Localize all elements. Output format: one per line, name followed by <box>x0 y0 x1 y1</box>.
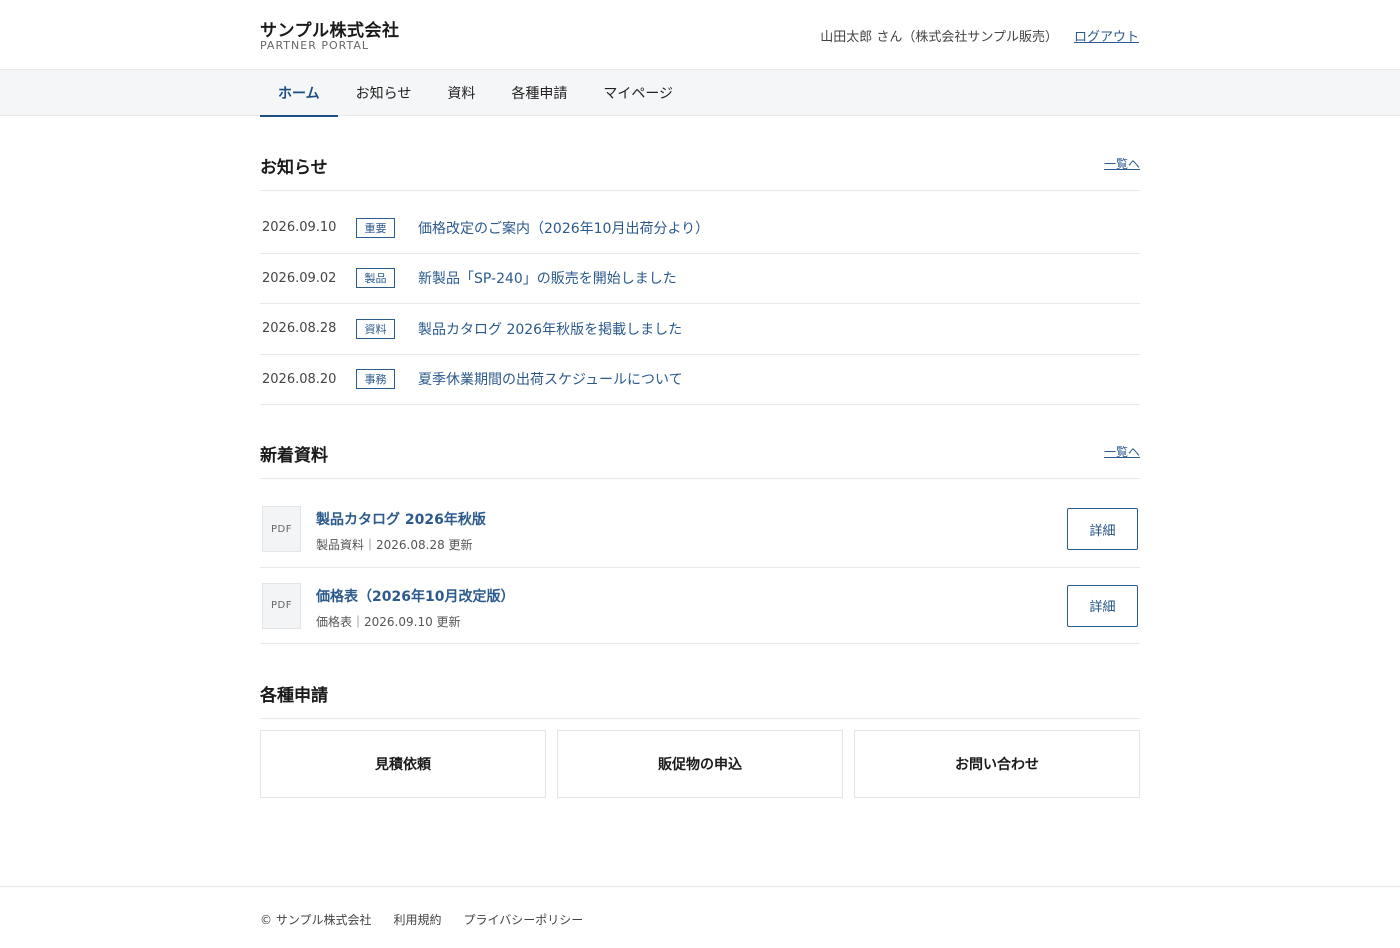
pdf-icon: PDF <box>262 506 301 552</box>
news-item: 2026.08.28 資料 製品カタログ 2026年秋版を掲載しました <box>260 304 1140 355</box>
site-header: サンプル株式会社 PARTNER PORTAL 山田太郎 さん（株式会社サンプル… <box>0 0 1400 69</box>
news-section-header: お知らせ 一覧へ <box>260 151 1140 191</box>
brand-subtitle: PARTNER PORTAL <box>260 39 369 52</box>
news-list: 2026.09.10 重要 価格改定のご案内（2026年10月出荷分より） 20… <box>260 203 1140 405</box>
doc-detail-button[interactable]: 詳細 <box>1067 508 1138 550</box>
docs-list: PDF 製品カタログ 2026年秋版 製品資料｜2026.08.28 更新 詳細… <box>260 491 1140 644</box>
news-item: 2026.08.20 事務 夏季休業期間の出荷スケジュールについて <box>260 355 1140 405</box>
news-section-title: お知らせ <box>260 158 328 178</box>
terms-link[interactable]: 利用規約 <box>393 911 441 928</box>
news-tag: 資料 <box>356 318 395 339</box>
news-title-link[interactable]: 夏季休業期間の出荷スケジュールについて <box>418 369 683 389</box>
brand-name: サンプル株式会社 <box>260 21 400 41</box>
applications-grid: 見積依頼 販促物の申込 お問い合わせ <box>260 730 1140 798</box>
logout-link[interactable]: ログアウト <box>1074 26 1139 45</box>
news-tag: 事務 <box>356 369 395 390</box>
doc-title-link[interactable]: 製品カタログ 2026年秋版 <box>316 509 486 529</box>
news-more-link[interactable]: 一覧へ <box>1104 155 1140 172</box>
nav-item-mypage[interactable]: マイページ <box>585 70 691 116</box>
docs-section-header: 新着資料 一覧へ <box>260 439 1140 479</box>
docs-section-title: 新着資料 <box>260 446 328 466</box>
news-title-link[interactable]: 新製品「SP-240」の販売を開始しました <box>418 268 677 288</box>
news-title-link[interactable]: 製品カタログ 2026年秋版を掲載しました <box>418 319 682 339</box>
pdf-icon: PDF <box>262 582 301 629</box>
news-date: 2026.08.20 <box>262 371 337 387</box>
news-date: 2026.09.02 <box>262 270 337 286</box>
nav-item-home[interactable]: ホーム <box>260 70 338 117</box>
doc-meta: 製品資料｜2026.08.28 更新 <box>316 538 473 552</box>
news-item: 2026.09.02 製品 新製品「SP-240」の販売を開始しました <box>260 254 1140 304</box>
nav-item-applications[interactable]: 各種申請 <box>493 70 585 116</box>
news-item: 2026.09.10 重要 価格改定のご案内（2026年10月出荷分より） <box>260 203 1140 254</box>
doc-detail-button[interactable]: 詳細 <box>1067 584 1138 627</box>
news-date: 2026.09.10 <box>262 220 337 236</box>
news-title-link[interactable]: 価格改定のご案内（2026年10月出荷分より） <box>418 218 709 238</box>
applications-section-title: 各種申請 <box>260 686 328 706</box>
news-tag: 製品 <box>356 268 395 289</box>
doc-title-link[interactable]: 価格表（2026年10月改定版） <box>316 586 514 606</box>
footer-content: © サンプル株式会社 利用規約 プライバシーポリシー <box>260 911 605 928</box>
doc-item: PDF 製品カタログ 2026年秋版 製品資料｜2026.08.28 更新 詳細 <box>260 491 1140 568</box>
contact-card[interactable]: お問い合わせ <box>854 730 1140 798</box>
docs-more-link[interactable]: 一覧へ <box>1104 443 1140 460</box>
nav-item-news[interactable]: お知らせ <box>338 70 430 116</box>
news-tag: 重要 <box>356 217 395 238</box>
site-footer: © サンプル株式会社 利用規約 プライバシーポリシー <box>0 886 1400 948</box>
user-info: 山田太郎 さん（株式会社サンプル販売） <box>820 30 1058 45</box>
copyright: © サンプル株式会社 <box>260 913 372 927</box>
applications-section-header: 各種申請 <box>260 679 1140 719</box>
quote-request-card[interactable]: 見積依頼 <box>260 730 546 798</box>
doc-meta: 価格表｜2026.09.10 更新 <box>316 614 461 629</box>
doc-item: PDF 価格表（2026年10月改定版） 価格表｜2026.09.10 更新 詳… <box>260 568 1140 644</box>
main-nav: ホーム お知らせ 資料 各種申請 マイページ <box>0 69 1400 117</box>
privacy-link[interactable]: プライバシーポリシー <box>463 911 583 928</box>
nav-list: ホーム お知らせ 資料 各種申請 マイページ <box>260 70 691 117</box>
news-date: 2026.08.28 <box>262 321 337 337</box>
nav-item-documents[interactable]: 資料 <box>429 70 493 116</box>
promo-request-card[interactable]: 販促物の申込 <box>557 730 843 798</box>
